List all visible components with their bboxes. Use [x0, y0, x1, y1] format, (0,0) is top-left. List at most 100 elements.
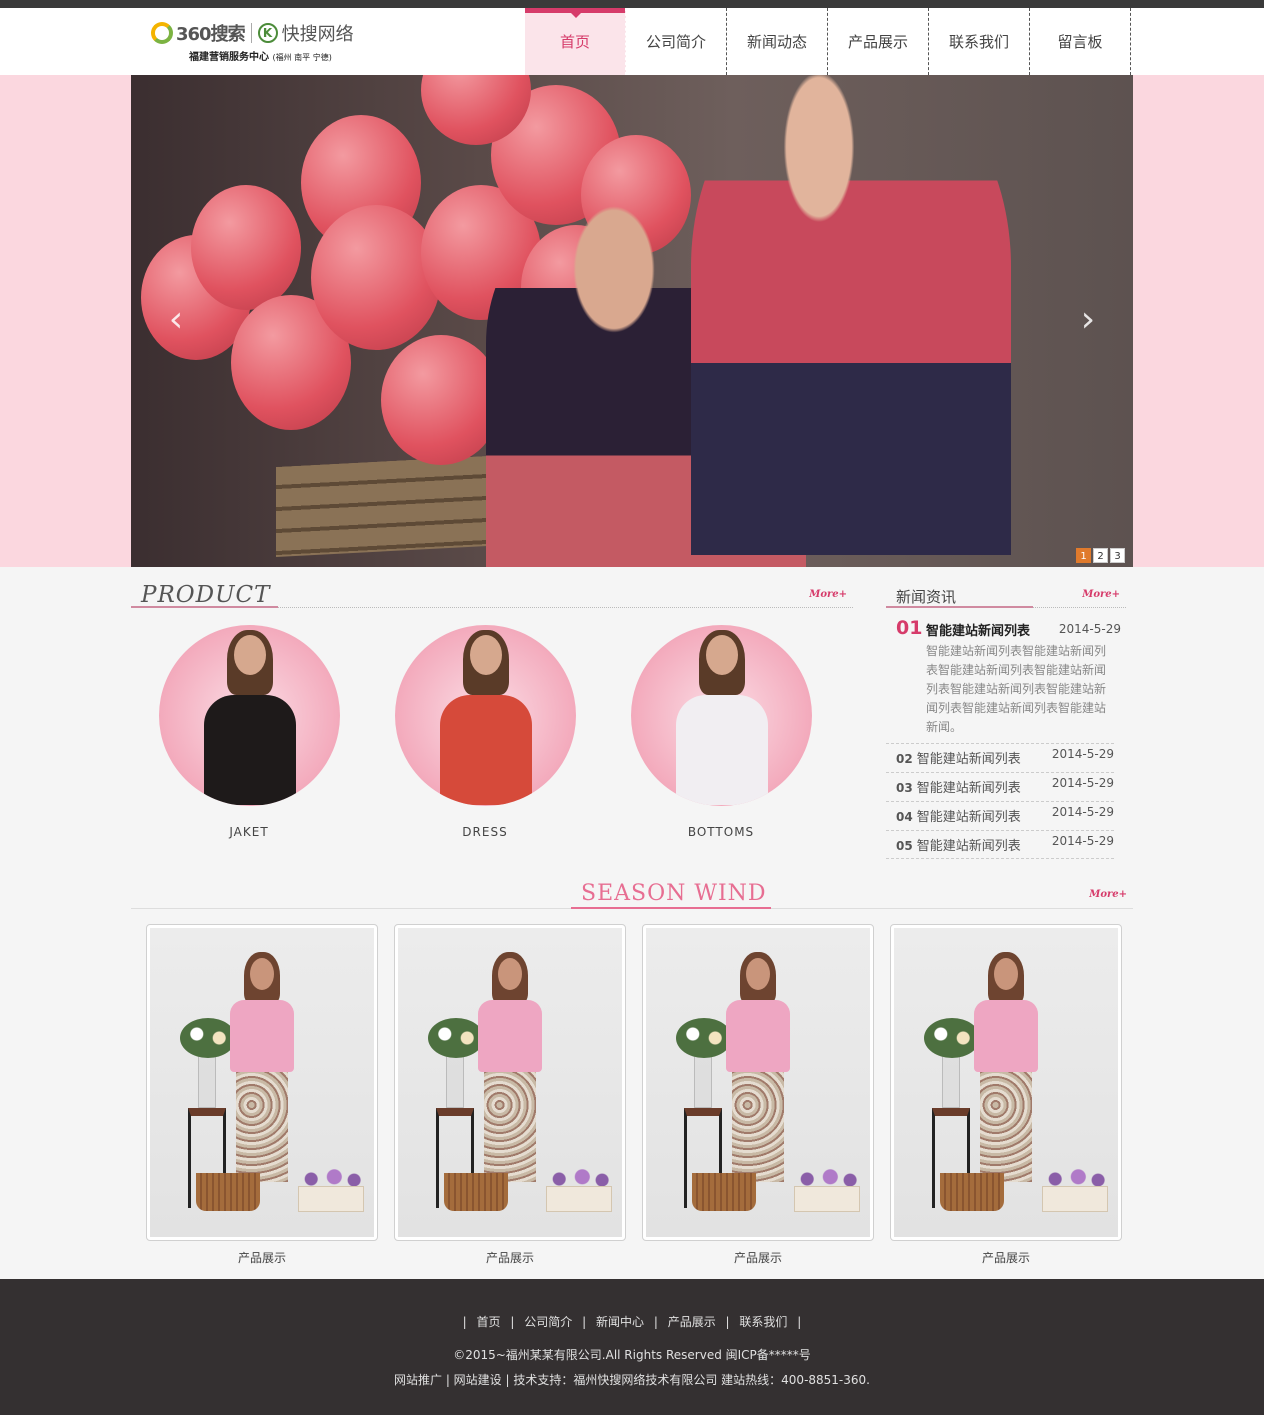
news-featured[interactable]: 01 智能建站新闻列表 2014-5-29 智能建站新闻列表智能建站新闻列表智能…: [886, 617, 1126, 737]
news-item-num: 05: [896, 839, 913, 853]
news-item-date: 2014-5-29: [1051, 834, 1114, 848]
news-item-title[interactable]: 智能建站新闻列表: [917, 839, 1021, 854]
nav-item-news[interactable]: 新闻动态: [727, 8, 828, 75]
nav-item-guestbook[interactable]: 留言板: [1030, 8, 1131, 75]
news-featured-date: 2014-5-29: [1058, 622, 1121, 636]
season-card-label[interactable]: 产品展示: [890, 1249, 1122, 1266]
product-image[interactable]: [630, 625, 812, 806]
product-list: JAKET DRESS BOTTOMS: [131, 625, 853, 839]
model-top: [478, 1000, 542, 1072]
news-featured-desc: 智能建站新闻列表智能建站新闻列表智能建站新闻列表智能建站新闻列表智能建站新闻列表…: [926, 644, 1107, 734]
photo-flowers: [428, 1018, 484, 1058]
news-title: 新闻资讯: [896, 588, 957, 606]
hero-banner: ‹ › 1 2 3: [0, 75, 1264, 567]
nav-item-products[interactable]: 产品展示: [828, 8, 929, 75]
chevron-right-icon[interactable]: ›: [1073, 300, 1103, 340]
news-more-link[interactable]: More+: [1082, 589, 1120, 600]
footer-link-contact[interactable]: 联系我们: [739, 1315, 787, 1329]
model-pants: [980, 1072, 1032, 1182]
news-featured-num: 01: [896, 617, 923, 639]
season-card-image[interactable]: [394, 924, 626, 1241]
season-title: SEASON WIND: [581, 881, 767, 906]
news-item[interactable]: 05 智能建站新闻列表 2014-5-29: [886, 830, 1114, 859]
product-item[interactable]: BOTTOMS: [603, 625, 839, 839]
model-face: [705, 635, 738, 675]
model-face: [746, 958, 770, 990]
season-card[interactable]: 产品展示: [890, 924, 1122, 1266]
nav-item-about[interactable]: 公司简介: [626, 8, 727, 75]
footer-link-products[interactable]: 产品展示: [668, 1315, 716, 1329]
photo-flowers: [180, 1018, 236, 1058]
photo-basket: [940, 1173, 1004, 1211]
model-face: [233, 635, 266, 675]
footer-divider: |: [653, 1315, 658, 1329]
season-card[interactable]: 产品展示: [394, 924, 626, 1266]
product-image[interactable]: [394, 625, 576, 806]
season-card-image[interactable]: [642, 924, 874, 1241]
model-face: [469, 635, 502, 675]
product-image[interactable]: [158, 625, 340, 806]
footer-nav: | 首页 | 公司简介 | 新闻中心 | 产品展示 | 联系我们 |: [0, 1313, 1264, 1330]
news-item-num: 04: [896, 810, 913, 824]
season-section: SEASON WIND More+ 产品展示 产品展示 产品展示 产品展示: [131, 877, 1133, 1279]
news-item[interactable]: 02 智能建站新闻列表 2014-5-29: [886, 743, 1114, 772]
product-block: PRODUCT More+ JAKET DRESS BOTTOMS: [131, 582, 853, 839]
photo-basket: [444, 1173, 508, 1211]
season-more-link[interactable]: More+: [1089, 889, 1127, 900]
season-card-image[interactable]: [890, 924, 1122, 1241]
product-label[interactable]: BOTTOMS: [603, 825, 839, 839]
footer: | 首页 | 公司简介 | 新闻中心 | 产品展示 | 联系我们 | ©2015…: [0, 1279, 1264, 1415]
model-top: [726, 1000, 790, 1072]
footer-link-news[interactable]: 新闻中心: [596, 1315, 644, 1329]
news-list: 02 智能建站新闻列表 2014-5-29 03 智能建站新闻列表 2014-5-2…: [886, 743, 1126, 859]
product-label[interactable]: JAKET: [131, 825, 367, 839]
photo-flowers: [676, 1018, 732, 1058]
season-card[interactable]: 产品展示: [642, 924, 874, 1266]
nav-item-home[interactable]: 首页: [525, 8, 626, 75]
logo-regions: (福州 南平 宁德): [272, 53, 332, 62]
news-item-title[interactable]: 智能建站新闻列表: [917, 781, 1021, 796]
season-card[interactable]: 产品展示: [146, 924, 378, 1266]
news-item-title[interactable]: 智能建站新闻列表: [917, 810, 1021, 825]
footer-link-home[interactable]: 首页: [477, 1315, 501, 1329]
balloon: [311, 205, 441, 350]
slide-dot-3[interactable]: 3: [1110, 548, 1125, 563]
logo-tagline: 福建营销服务中心 (福州 南平 宁德): [189, 48, 371, 63]
banner-image[interactable]: ‹ › 1 2 3: [131, 75, 1133, 567]
photo-basket: [196, 1173, 260, 1211]
photo-box: [546, 1186, 612, 1212]
news-item-title[interactable]: 智能建站新闻列表: [917, 752, 1021, 767]
season-card-image[interactable]: [146, 924, 378, 1241]
model-outfit: [203, 695, 296, 805]
logo-360-text: 360搜索: [176, 24, 246, 45]
site-logo[interactable]: 360搜索 K 快搜网络 福建营销服务中心 (福州 南平 宁德): [151, 20, 371, 66]
model-outfit: [439, 695, 532, 805]
slide-dot-2[interactable]: 2: [1093, 548, 1108, 563]
360-logo-icon: [151, 22, 173, 44]
season-card-label[interactable]: 产品展示: [146, 1249, 378, 1266]
product-label[interactable]: DRESS: [367, 825, 603, 839]
product-more-link[interactable]: More+: [809, 589, 847, 600]
product-item[interactable]: DRESS: [367, 625, 603, 839]
season-card-label[interactable]: 产品展示: [394, 1249, 626, 1266]
season-title-underline: [571, 907, 771, 909]
nav-item-contact[interactable]: 联系我们: [929, 8, 1030, 75]
logo-tagline-text: 福建营销服务中心: [189, 52, 269, 63]
slide-dot-1[interactable]: 1: [1076, 548, 1091, 563]
chevron-left-icon[interactable]: ‹: [161, 300, 191, 340]
season-card-label[interactable]: 产品展示: [642, 1249, 874, 1266]
logo-ks-text: 快搜网络: [281, 24, 354, 45]
news-item-date: 2014-5-29: [1051, 747, 1114, 761]
news-item[interactable]: 03 智能建站新闻列表 2014-5-29: [886, 772, 1114, 801]
footer-divider: |: [725, 1315, 730, 1329]
product-title: PRODUCT: [141, 582, 271, 608]
k-logo-icon: K: [257, 23, 278, 43]
footer-divider: |: [797, 1315, 802, 1329]
slide-pager: 1 2 3: [1076, 548, 1125, 563]
photo-box: [298, 1186, 364, 1212]
product-item[interactable]: JAKET: [131, 625, 367, 839]
news-item[interactable]: 04 智能建站新闻列表 2014-5-29: [886, 801, 1114, 830]
season-header: SEASON WIND More+: [131, 877, 1133, 909]
news-header: 新闻资讯 More+: [886, 584, 1126, 608]
footer-link-about[interactable]: 公司简介: [524, 1315, 572, 1329]
